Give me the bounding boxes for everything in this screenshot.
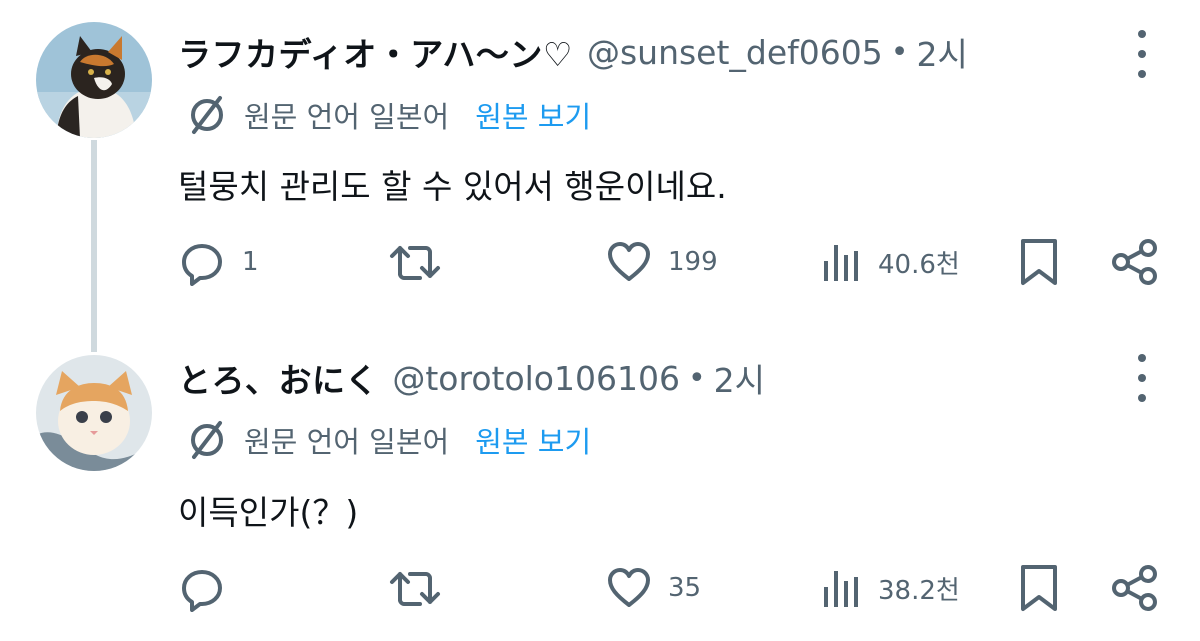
separator-dot: • <box>687 360 706 396</box>
like-count: 35 <box>668 573 702 603</box>
more-options-icon[interactable] <box>1128 30 1156 78</box>
views-chart-icon <box>820 239 862 285</box>
action-bar: 1 199 40.6천 <box>0 234 1200 290</box>
views-button[interactable]: 38.2천 <box>820 560 960 616</box>
tweet-text: 털뭉치 관리도 할 수 있어서 행운이네요. <box>178 167 727 206</box>
translation-notice: 원문 언어 일본어 원본 보기 <box>186 417 591 463</box>
translate-icon <box>186 419 228 461</box>
translation-notice: 원문 언어 일본어 원본 보기 <box>186 92 591 138</box>
author-name[interactable]: ラフカディオ・アハ〜ン♡ <box>178 28 573 76</box>
reply-icon <box>178 238 226 286</box>
view-original-link[interactable]: 원본 보기 <box>475 419 591 461</box>
retweet-icon <box>388 564 442 612</box>
timestamp[interactable]: 2시 <box>714 354 765 402</box>
like-button[interactable]: 199 <box>606 234 718 290</box>
tweet-header: ラフカディオ・アハ〜ン♡ @sunset_def0605 • 2시 <box>178 26 968 78</box>
share-button[interactable] <box>1110 234 1160 290</box>
separator-dot: • <box>890 34 909 70</box>
views-count: 38.2천 <box>878 575 960 606</box>
more-options-icon[interactable] <box>1128 354 1156 402</box>
translate-label: 원문 언어 일본어 <box>244 425 450 459</box>
retweet-button[interactable] <box>388 234 458 290</box>
translate-label: 원문 언어 일본어 <box>244 100 450 134</box>
reply-button[interactable]: 1 <box>178 234 259 290</box>
reply-count: 1 <box>242 247 259 277</box>
translate-icon <box>186 94 228 136</box>
tweet-header: とろ、おにく @torotolo106106 • 2시 <box>178 352 765 404</box>
share-icon <box>1110 237 1160 287</box>
timestamp[interactable]: 2시 <box>916 28 967 76</box>
retweet-button[interactable] <box>388 560 458 616</box>
share-icon <box>1110 563 1160 613</box>
action-bar: 35 38.2천 <box>0 560 1200 616</box>
view-original-link[interactable]: 원본 보기 <box>475 94 591 136</box>
author-name[interactable]: とろ、おにく <box>178 354 378 402</box>
avatar-calico-cat[interactable] <box>36 22 152 138</box>
tweet-text: 이득인가(？) <box>178 493 359 532</box>
avatar-orange-kitten[interactable] <box>36 355 152 471</box>
reply-icon <box>178 564 226 612</box>
like-count: 199 <box>668 247 718 277</box>
views-button[interactable]: 40.6천 <box>820 234 960 290</box>
heart-icon <box>606 239 652 285</box>
views-count: 40.6천 <box>878 249 960 280</box>
bookmark-icon <box>1018 563 1060 613</box>
author-handle[interactable]: @torotolo106106 <box>392 359 680 398</box>
reply-button[interactable] <box>178 560 242 616</box>
like-button[interactable]: 35 <box>606 560 701 616</box>
author-handle[interactable]: @sunset_def0605 <box>587 33 883 72</box>
bookmark-button[interactable] <box>1018 234 1060 290</box>
heart-icon <box>606 565 652 611</box>
views-chart-icon <box>820 565 862 611</box>
bookmark-icon <box>1018 237 1060 287</box>
share-button[interactable] <box>1110 560 1160 616</box>
retweet-icon <box>388 238 442 286</box>
bookmark-button[interactable] <box>1018 560 1060 616</box>
